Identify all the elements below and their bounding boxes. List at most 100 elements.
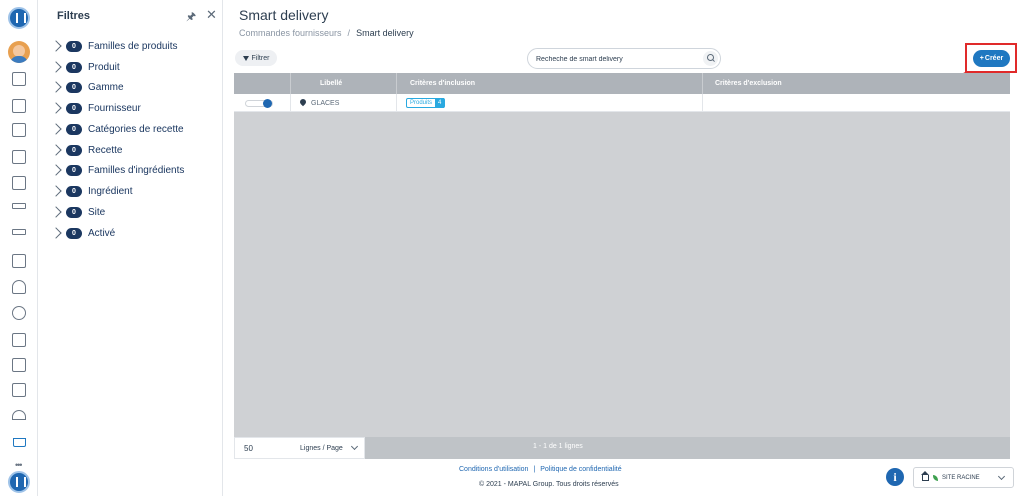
chevron-right-icon <box>50 164 62 176</box>
filter-count-badge: 0 <box>66 40 82 52</box>
filter-count-badge: 0 <box>66 164 82 176</box>
inclusion-tag[interactable]: Produits 4 <box>406 98 446 108</box>
filter-count-badge: 0 <box>66 185 82 197</box>
nav-rail: ••• <box>0 0 38 496</box>
breadcrumb-link-commandes[interactable]: Commandes fournisseurs <box>239 28 342 38</box>
close-icon[interactable]: ✕ <box>206 7 217 23</box>
filter-count-badge: 0 <box>66 206 82 218</box>
filter-item-produit[interactable]: 0 Produit <box>50 59 120 75</box>
filters-title: Filtres <box>57 10 91 22</box>
site-selector[interactable]: SITE RACINE <box>913 467 1014 488</box>
active-toggle[interactable] <box>245 98 273 108</box>
main-content: Smart delivery Commandes fournisseurs / Sm… <box>223 0 1024 496</box>
bell-icon[interactable] <box>12 410 26 420</box>
clipboard-icon[interactable] <box>12 123 26 137</box>
page-size-label: Lignes / Page <box>300 445 343 452</box>
chef-hat-icon[interactable] <box>12 280 26 294</box>
filter-label: Ingrédient <box>88 185 133 197</box>
breadcrumb-separator: / <box>347 28 351 38</box>
filter-item-recette[interactable]: 0 Recette <box>50 142 123 158</box>
filter-label: Activé <box>88 227 116 239</box>
table-row[interactable]: GLACES Produits 4 <box>234 94 1010 112</box>
filter-item-categories-recette[interactable]: 0 Catégories de recette <box>50 121 184 137</box>
chevron-right-icon <box>50 206 62 218</box>
filter-count-badge: 0 <box>66 102 82 114</box>
pagination-info: 1 - 1 de 1 lignes <box>533 443 583 450</box>
cell-active <box>234 94 291 112</box>
footer-separator: | <box>533 466 536 473</box>
column-libelle[interactable]: Libellé <box>291 73 397 94</box>
chevron-right-icon <box>50 61 62 73</box>
filter-button-label: Filtrer <box>251 54 270 62</box>
search-box <box>527 48 721 69</box>
copyright: © 2021 - MAPAL Group. Tous droits réserv… <box>479 481 619 488</box>
chevron-right-icon <box>50 81 62 93</box>
app-logo-icon[interactable] <box>8 7 30 29</box>
filter-item-familles-ingredients[interactable]: 0 Familles d'ingrédients <box>50 162 185 178</box>
home-icon <box>921 470 929 481</box>
filter-item-gamme[interactable]: 0 Gamme <box>50 79 124 95</box>
store-icon[interactable] <box>12 150 26 164</box>
filter-label: Fournisseur <box>88 102 141 114</box>
footer-links: Conditions d'utilisation | Politique de co… <box>459 466 622 473</box>
package-icon[interactable] <box>12 333 26 347</box>
chevron-right-icon <box>50 102 62 114</box>
filter-item-active[interactable]: 0 Activé <box>50 225 116 241</box>
home-icon[interactable] <box>12 72 26 86</box>
search-input[interactable] <box>536 53 696 65</box>
privacy-link[interactable]: Politique de confidentialité <box>540 466 621 473</box>
filter-item-familles-produits[interactable]: 0 Familles de produits <box>50 38 178 54</box>
more-icon[interactable]: ••• <box>15 460 23 470</box>
search-icon[interactable] <box>703 51 718 66</box>
breadcrumb: Commandes fournisseurs / Smart delivery <box>239 28 414 38</box>
cell-exclusion <box>703 94 1010 112</box>
filter-label: Site <box>88 206 106 218</box>
calendar-icon[interactable] <box>12 358 26 372</box>
truck-icon[interactable] <box>12 203 26 209</box>
filter-label: Recette <box>88 144 123 156</box>
filter-label: Produit <box>88 61 120 73</box>
box-icon[interactable] <box>12 254 26 268</box>
chevron-right-icon <box>50 40 62 52</box>
filter-item-fournisseur[interactable]: 0 Fournisseur <box>50 100 141 116</box>
pin-icon[interactable]: 🖈 <box>186 8 196 27</box>
filter-button[interactable]: Filtrer <box>235 50 277 66</box>
column-toggle <box>234 73 291 94</box>
filter-count-badge: 0 <box>66 61 82 73</box>
filter-label: Familles de produits <box>88 40 178 52</box>
filter-item-site[interactable]: 0 Site <box>50 204 106 220</box>
filter-count-badge: 0 <box>66 144 82 156</box>
chevron-down-icon <box>997 472 1006 481</box>
filter-count-badge: 0 <box>66 123 82 135</box>
receipt-icon[interactable] <box>12 383 26 397</box>
inclusion-tag-count: 4 <box>435 98 445 108</box>
inclusion-tag-label: Produits <box>410 100 433 106</box>
site-label: SITE RACINE <box>942 474 980 481</box>
filter-count-badge: 0 <box>66 81 82 93</box>
create-button[interactable]: + Créer <box>973 50 1010 67</box>
row-libelle: GLACES <box>311 99 340 107</box>
filter-label: Gamme <box>88 81 124 93</box>
page-size-select[interactable]: 50 Lignes / Page <box>234 437 365 459</box>
leaf-icon <box>933 474 938 481</box>
building-icon[interactable] <box>12 176 26 190</box>
info-icon[interactable]: i <box>886 468 904 486</box>
cell-libelle: GLACES <box>291 94 397 112</box>
chevron-down-icon <box>350 442 359 451</box>
column-exclusion[interactable]: Critères d'exclusion <box>703 73 1010 94</box>
mapal-logo-icon[interactable] <box>8 471 30 493</box>
column-inclusion[interactable]: Critères d'inclusion <box>397 73 703 94</box>
filter-label: Familles d'ingrédients <box>88 164 185 176</box>
cell-inclusion: Produits 4 <box>397 94 703 112</box>
terms-link[interactable]: Conditions d'utilisation <box>459 466 528 473</box>
document-icon[interactable] <box>12 99 26 113</box>
cart-icon[interactable] <box>12 436 26 450</box>
filter-item-ingredient[interactable]: 0 Ingrédient <box>50 183 133 199</box>
chevron-right-icon <box>50 185 62 197</box>
truck-alt-icon[interactable] <box>12 229 26 235</box>
filter-count-badge: 0 <box>66 227 82 239</box>
chevron-right-icon <box>50 144 62 156</box>
gear-icon[interactable] <box>12 306 26 320</box>
pagination-bar: 50 Lignes / Page 1 - 1 de 1 lignes <box>234 437 1010 459</box>
user-avatar[interactable] <box>8 41 30 63</box>
